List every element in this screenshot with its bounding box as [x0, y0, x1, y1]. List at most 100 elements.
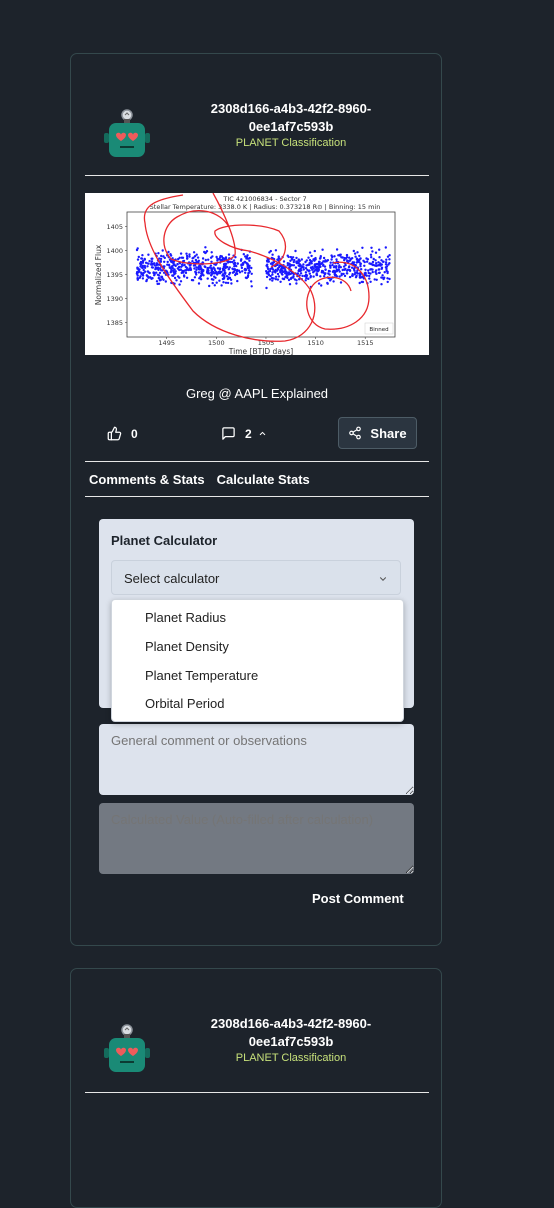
data-point: [274, 278, 278, 281]
classification-id-line2: 0ee1af7c593b: [248, 1034, 334, 1049]
data-point: [375, 264, 378, 268]
data-point: [163, 256, 166, 260]
data-point: [324, 259, 327, 262]
data-point: [271, 271, 274, 274]
data-point: [232, 259, 236, 262]
data-point: [334, 273, 337, 277]
data-point: [312, 275, 315, 278]
data-point: [205, 250, 209, 253]
x-tick-label: 1500: [208, 339, 225, 347]
data-point: [322, 264, 325, 267]
data-point: [268, 251, 271, 254]
data-point: [244, 271, 247, 274]
comment-input[interactable]: [99, 724, 414, 795]
data-point: [317, 260, 321, 263]
data-point: [215, 271, 218, 275]
calculated-value-input[interactable]: [99, 803, 414, 874]
data-point: [383, 271, 386, 274]
data-point: [158, 277, 161, 280]
data-point: [355, 258, 359, 261]
data-point: [292, 276, 295, 279]
data-point: [243, 268, 246, 271]
data-point: [277, 268, 280, 271]
data-point: [155, 262, 158, 265]
data-point: [300, 258, 303, 261]
post-comment-button[interactable]: Post Comment: [312, 891, 404, 906]
data-point: [222, 265, 225, 269]
data-point: [276, 278, 280, 281]
data-point: [315, 269, 318, 272]
comment-count: 2: [245, 426, 252, 441]
data-point: [178, 268, 181, 272]
data-point: [360, 268, 363, 271]
data-point: [377, 263, 381, 267]
data-point: [146, 265, 149, 268]
data-point: [176, 263, 179, 266]
data-point: [172, 274, 175, 277]
data-point: [246, 266, 249, 270]
data-point: [345, 253, 349, 257]
data-point: [185, 276, 189, 279]
data-point: [195, 266, 198, 269]
share-button[interactable]: Share: [338, 417, 417, 449]
data-point: [288, 283, 292, 286]
data-point: [143, 266, 147, 269]
data-point: [183, 275, 186, 278]
data-point: [382, 260, 385, 263]
data-point: [386, 271, 389, 275]
tab-comments-stats[interactable]: Comments & Stats: [89, 472, 205, 487]
data-point: [265, 272, 268, 275]
data-point: [282, 260, 286, 263]
classification-type: PLANET Classification: [235, 1052, 347, 1064]
data-point: [226, 265, 229, 269]
option-planet-radius[interactable]: Planet Radius: [145, 610, 226, 625]
data-point: [273, 270, 277, 273]
data-point: [150, 277, 153, 280]
data-point: [204, 246, 207, 249]
data-point: [326, 282, 329, 285]
data-point: [373, 278, 376, 281]
data-point: [235, 272, 239, 276]
data-point: [236, 262, 239, 265]
lightcurve-plot: TIC 421006834 - Sector 7 Stellar Tempera…: [85, 192, 429, 356]
chevron-down-icon: [379, 577, 387, 581]
y-tick-label: 1395: [106, 271, 123, 279]
data-point: [136, 278, 139, 281]
classification-card: 2308d166-a4b3-42f2-8960- 0ee1af7c593b PL…: [70, 53, 442, 946]
data-point: [302, 266, 305, 269]
thumbs-up-icon: [107, 426, 122, 441]
option-planet-density[interactable]: Planet Density: [145, 639, 229, 654]
data-point: [310, 254, 313, 258]
data-point: [355, 261, 358, 264]
data-point: [388, 254, 391, 257]
data-point: [345, 272, 349, 275]
data-point: [185, 254, 189, 258]
data-point: [359, 276, 362, 279]
data-point: [169, 253, 172, 256]
comments-toggle-button[interactable]: 2: [221, 426, 267, 441]
data-point: [348, 275, 352, 279]
classification-id-line2: 0ee1af7c593b: [248, 119, 334, 134]
data-point: [327, 269, 331, 273]
data-point: [315, 273, 318, 277]
calculator-select[interactable]: Select calculator: [111, 560, 401, 595]
data-point: [364, 268, 367, 271]
data-point: [319, 275, 322, 278]
data-point: [368, 262, 371, 265]
data-point: [137, 255, 140, 259]
tab-calculate-stats[interactable]: Calculate Stats: [217, 472, 310, 487]
data-point: [211, 281, 214, 285]
data-point: [141, 264, 145, 267]
data-point: [210, 260, 213, 263]
data-point: [244, 255, 247, 258]
option-planet-temperature[interactable]: Planet Temperature: [145, 668, 258, 683]
data-point: [370, 246, 373, 249]
legend-label: Binned: [369, 327, 388, 333]
like-button[interactable]: 0: [107, 426, 138, 441]
data-point: [309, 276, 312, 279]
data-point: [197, 271, 201, 274]
data-point: [382, 276, 385, 280]
option-orbital-period[interactable]: Orbital Period: [145, 696, 224, 711]
data-point: [370, 268, 373, 271]
data-point: [180, 265, 183, 268]
